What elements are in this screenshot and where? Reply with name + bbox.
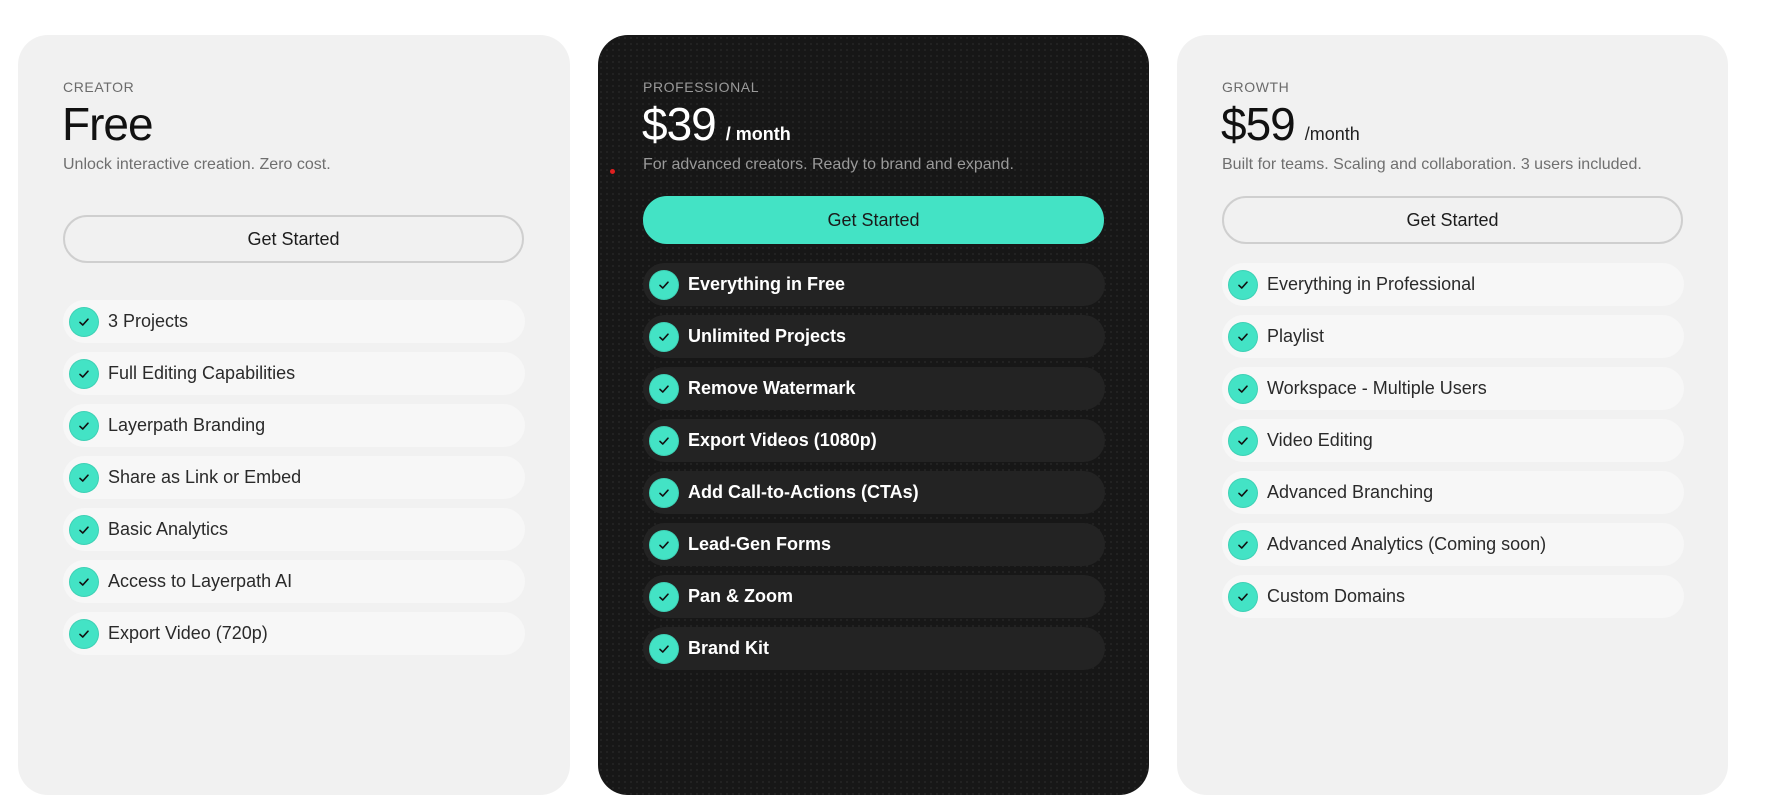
price-row: $39 / month <box>642 99 791 150</box>
check-circle-icon <box>649 477 679 508</box>
plan-tier-label: CREATOR <box>63 79 135 95</box>
feature-item: Workspace - Multiple Users <box>1222 367 1684 410</box>
feature-item: Brand Kit <box>643 627 1105 670</box>
feature-label: Video Editing <box>1267 430 1373 450</box>
cursor-indicator-dot <box>610 169 615 174</box>
check-circle-icon <box>1228 425 1258 456</box>
feature-label: Access to Layerpath AI <box>108 571 293 591</box>
check-circle-icon <box>69 618 99 649</box>
check-circle-icon <box>1228 529 1258 560</box>
feature-label: Custom Domains <box>1267 586 1406 606</box>
get-started-button-growth[interactable]: Get Started <box>1222 196 1683 244</box>
get-started-button-creator[interactable]: Get Started <box>63 215 524 263</box>
feature-label: Full Editing Capabilities <box>108 363 296 383</box>
feature-label: Everything in Professional <box>1267 274 1476 294</box>
feature-item: Everything in Free <box>643 263 1105 306</box>
feature-item: Custom Domains <box>1222 575 1684 618</box>
check-circle-icon <box>69 566 99 597</box>
plan-tier-label: GROWTH <box>1222 79 1290 95</box>
check-circle-icon <box>1228 269 1258 300</box>
plan-period: / month <box>725 124 791 144</box>
feature-item: Video Editing <box>1222 419 1684 462</box>
feature-item: Share as Link or Embed <box>63 456 525 499</box>
check-circle-icon <box>1228 321 1258 352</box>
feature-label: Layerpath Branding <box>108 415 266 435</box>
feature-label: Export Video (720p) <box>108 623 268 643</box>
plan-tier-label: PROFESSIONAL <box>643 79 760 95</box>
feature-label: Brand Kit <box>688 638 769 658</box>
check-circle-icon <box>649 321 679 352</box>
feature-item: Full Editing Capabilities <box>63 352 525 395</box>
feature-label: Export Videos (1080p) <box>688 430 877 450</box>
check-circle-icon <box>649 425 679 456</box>
feature-item: Lead-Gen Forms <box>643 523 1105 566</box>
feature-item: Advanced Branching <box>1222 471 1684 514</box>
check-circle-icon <box>649 269 679 300</box>
feature-item: Advanced Analytics (Coming soon) <box>1222 523 1684 566</box>
feature-item: Basic Analytics <box>63 508 525 551</box>
check-circle-icon <box>69 462 99 493</box>
feature-item: Everything in Professional <box>1222 263 1684 306</box>
price-row: Free <box>62 98 154 150</box>
feature-label: Share as Link or Embed <box>108 467 302 487</box>
check-circle-icon <box>1228 373 1258 404</box>
feature-item: Add Call-to-Actions (CTAs) <box>643 471 1105 514</box>
check-circle-icon <box>649 581 679 612</box>
check-circle-icon <box>649 373 679 404</box>
plan-description: For advanced creators. Ready to brand an… <box>643 156 1014 173</box>
check-circle-icon <box>649 529 679 560</box>
feature-item: Unlimited Projects <box>643 315 1105 358</box>
price-row: $59 /month <box>1221 99 1360 150</box>
plan-price: $59 <box>1221 98 1296 150</box>
feature-label: Workspace - Multiple Users <box>1267 378 1487 398</box>
plan-card-creator: CREATOR Free Unlock interactive creation… <box>18 35 570 795</box>
feature-item: Playlist <box>1222 315 1684 358</box>
feature-label: 3 Projects <box>108 311 189 331</box>
feature-label: Pan & Zoom <box>688 586 794 606</box>
feature-item: Remove Watermark <box>643 367 1105 410</box>
check-circle-icon <box>649 633 679 664</box>
feature-label: Unlimited Projects <box>688 326 847 346</box>
feature-label: Advanced Branching <box>1267 482 1434 502</box>
check-circle-icon <box>69 306 99 337</box>
feature-item: Export Videos (1080p) <box>643 419 1105 462</box>
feature-label: Playlist <box>1267 326 1325 346</box>
feature-label: Everything in Free <box>688 274 846 294</box>
plan-description: Unlock interactive creation. Zero cost. <box>63 156 331 173</box>
plan-period: /month <box>1304 124 1360 144</box>
feature-label: Basic Analytics <box>108 519 229 539</box>
plan-price: $39 <box>642 98 717 150</box>
get-started-button-professional[interactable]: Get Started <box>643 196 1104 244</box>
plan-card-growth: GROWTH $59 /month Built for teams. Scali… <box>1177 35 1728 795</box>
check-circle-icon <box>69 410 99 441</box>
check-circle-icon <box>69 514 99 545</box>
feature-item: 3 Projects <box>63 300 525 343</box>
feature-label: Add Call-to-Actions (CTAs) <box>688 482 919 502</box>
feature-item: Export Video (720p) <box>63 612 525 655</box>
check-circle-icon <box>1228 581 1258 612</box>
feature-list: Everything in Professional Playlist Worksp… <box>1222 263 1684 627</box>
plan-description: Built for teams. Scaling and collaborati… <box>1222 156 1642 173</box>
check-circle-icon <box>1228 477 1258 508</box>
plan-price: Free <box>62 98 154 150</box>
feature-label: Advanced Analytics (Coming soon) <box>1267 534 1547 554</box>
feature-label: Lead-Gen Forms <box>688 534 832 554</box>
feature-item: Access to Layerpath AI <box>63 560 525 603</box>
feature-item: Layerpath Branding <box>63 404 525 447</box>
feature-label: Remove Watermark <box>688 378 856 398</box>
feature-item: Pan & Zoom <box>643 575 1105 618</box>
check-circle-icon <box>69 358 99 389</box>
feature-list: Everything in Free Unlimited Projects Remo… <box>643 263 1105 679</box>
feature-list: 3 Projects Full Editing Capabilities Layer… <box>63 300 525 664</box>
plan-card-professional: PROFESSIONAL $39 / month For advanced cr… <box>598 35 1149 795</box>
